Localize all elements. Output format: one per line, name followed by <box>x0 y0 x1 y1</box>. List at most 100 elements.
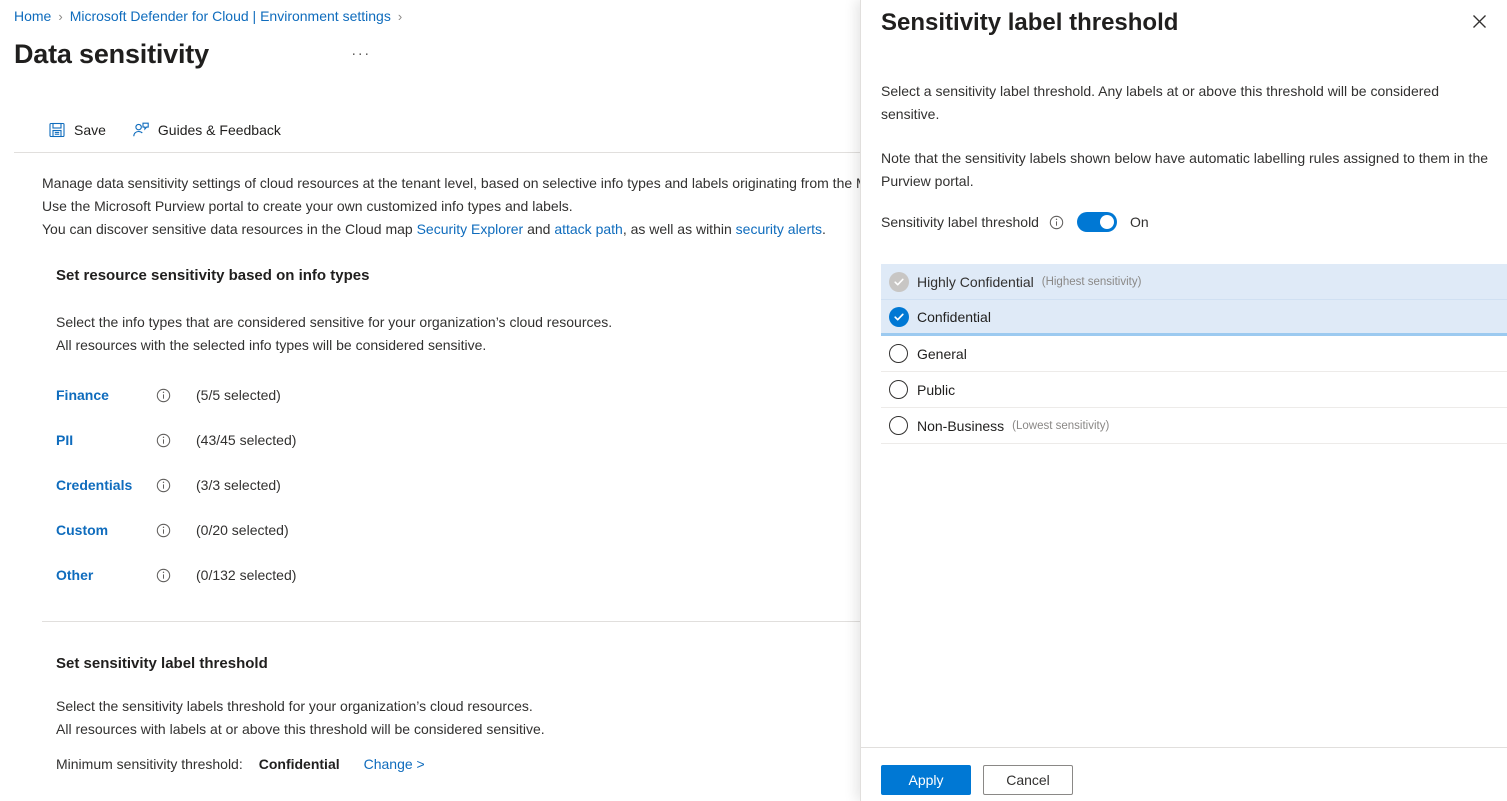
intro-line-3-mid: and <box>523 221 554 237</box>
info-icon <box>156 388 171 403</box>
breadcrumb-item-environment-settings[interactable]: Microsoft Defender for Cloud | Environme… <box>70 8 391 24</box>
minimum-threshold-row: Minimum sensitivity threshold: Confident… <box>56 756 425 772</box>
panel-paragraph-1: Select a sensitivity label threshold. An… <box>881 80 1495 126</box>
option-sub-non-business: (Lowest sensitivity) <box>1012 420 1109 432</box>
save-button-label: Save <box>74 122 106 138</box>
main-page: Home › Microsoft Defender for Cloud | Envi… <box>0 0 880 801</box>
intro-line-1: Manage data sensitivity settings of clou… <box>42 172 880 195</box>
close-icon <box>1472 14 1487 34</box>
intro-line-3-end: . <box>822 221 826 237</box>
label-threshold-desc-1: Select the sensitivity labels threshold … <box>56 695 533 718</box>
minimum-threshold-value: Confidential <box>259 756 340 772</box>
security-alerts-link[interactable]: security alerts <box>736 221 822 237</box>
radio-empty-icon <box>889 380 908 399</box>
info-icon <box>156 478 171 493</box>
section-heading-info-types: Set resource sensitivity based on info t… <box>56 267 369 284</box>
breadcrumb-separator-icon: › <box>58 9 62 24</box>
info-type-link-pii[interactable]: PII <box>56 432 156 448</box>
info-type-row-custom: Custom (0/20 selected) <box>56 518 289 542</box>
option-mark-public <box>883 380 917 399</box>
intro-line-3: You can discover sensitive data resource… <box>42 218 826 241</box>
change-threshold-link[interactable]: Change > <box>364 756 425 772</box>
option-sub-highly-confidential: (Highest sensitivity) <box>1042 276 1142 288</box>
save-icon <box>48 121 66 139</box>
info-type-link-finance[interactable]: Finance <box>56 387 156 403</box>
section-divider <box>42 621 880 622</box>
info-type-info-finance[interactable] <box>156 388 196 403</box>
panel-title: Sensitivity label threshold <box>881 6 1178 40</box>
info-types-desc-1: Select the info types that are considere… <box>56 311 612 334</box>
info-type-info-custom[interactable] <box>156 523 196 538</box>
label-threshold-desc-2: All resources with labels at or above th… <box>56 718 545 741</box>
panel-paragraph-2: Note that the sensitivity labels shown b… <box>881 147 1507 193</box>
option-row-non-business[interactable]: Non-Business (Lowest sensitivity) <box>881 408 1507 444</box>
toggle-knob <box>1100 215 1114 229</box>
info-type-count-credentials: (3/3 selected) <box>196 477 281 493</box>
info-icon <box>156 523 171 538</box>
sensitivity-threshold-toggle-row: Sensitivity label threshold On <box>881 212 1149 232</box>
section-heading-label-threshold: Set sensitivity label threshold <box>56 655 268 672</box>
info-type-count-custom: (0/20 selected) <box>196 522 289 538</box>
page-title: Data sensitivity <box>14 36 209 72</box>
apply-button[interactable]: Apply <box>881 765 971 795</box>
panel-close-button[interactable] <box>1463 8 1495 40</box>
option-label-non-business: Non-Business <box>917 418 1004 434</box>
intro-line-2: Use the Microsoft Purview portal to crea… <box>42 195 573 218</box>
cancel-button[interactable]: Cancel <box>983 765 1073 795</box>
option-label-highly-confidential: Highly Confidential <box>917 274 1034 290</box>
option-label-public: Public <box>917 382 955 398</box>
more-options-button[interactable]: ··· <box>348 40 374 66</box>
info-type-info-other[interactable] <box>156 568 196 583</box>
attack-path-link[interactable]: attack path <box>554 221 623 237</box>
option-mark-non-business <box>883 416 917 435</box>
save-button[interactable]: Save <box>44 118 110 142</box>
option-row-confidential[interactable]: Confidential <box>881 300 1507 336</box>
breadcrumb-item-home[interactable]: Home <box>14 8 51 24</box>
option-row-public[interactable]: Public <box>881 372 1507 408</box>
minimum-threshold-label: Minimum sensitivity threshold: <box>56 756 243 772</box>
check-circle-disabled-icon <box>889 272 909 292</box>
toggle-state-label: On <box>1130 214 1149 230</box>
breadcrumb: Home › Microsoft Defender for Cloud | Envi… <box>14 6 409 27</box>
info-type-link-custom[interactable]: Custom <box>56 522 156 538</box>
radio-empty-icon <box>889 344 908 363</box>
info-type-row-pii: PII (43/45 selected) <box>56 428 296 452</box>
info-icon <box>1049 215 1064 230</box>
guides-feedback-label: Guides & Feedback <box>158 122 281 138</box>
option-mark-confidential <box>883 307 917 327</box>
option-label-general: General <box>917 346 967 362</box>
info-type-count-finance: (5/5 selected) <box>196 387 281 403</box>
info-type-info-pii[interactable] <box>156 433 196 448</box>
option-row-general[interactable]: General <box>881 336 1507 372</box>
check-circle-selected-icon <box>889 307 909 327</box>
info-type-link-other[interactable]: Other <box>56 567 156 583</box>
panel-footer-divider <box>861 747 1507 748</box>
info-type-info-credentials[interactable] <box>156 478 196 493</box>
panel-footer: Apply Cancel <box>881 765 1073 795</box>
info-icon <box>156 568 171 583</box>
info-type-row-finance: Finance (5/5 selected) <box>56 383 281 407</box>
info-icon <box>156 433 171 448</box>
info-type-row-other: Other (0/132 selected) <box>56 563 296 587</box>
toggle-info-button[interactable] <box>1049 215 1064 230</box>
info-type-row-credentials: Credentials (3/3 selected) <box>56 473 281 497</box>
option-mark-highly-confidential <box>883 272 917 292</box>
command-toolbar: Save Guides & Feedback <box>44 118 285 142</box>
guides-feedback-icon <box>132 121 150 139</box>
sensitivity-threshold-toggle[interactable] <box>1077 212 1117 232</box>
toolbar-divider <box>14 152 880 153</box>
sensitivity-label-threshold-panel: Sensitivity label threshold Select a sen… <box>860 0 1507 801</box>
guides-feedback-button[interactable]: Guides & Feedback <box>128 118 285 142</box>
security-explorer-link[interactable]: Security Explorer <box>417 221 524 237</box>
toggle-label: Sensitivity label threshold <box>881 214 1039 230</box>
info-type-count-other: (0/132 selected) <box>196 567 296 583</box>
info-type-count-pii: (43/45 selected) <box>196 432 296 448</box>
breadcrumb-separator-icon-2: › <box>398 9 402 24</box>
option-mark-general <box>883 344 917 363</box>
app-root: Home › Microsoft Defender for Cloud | Envi… <box>0 0 1507 801</box>
sensitivity-label-options-list: Highly Confidential (Highest sensitivity… <box>881 264 1507 444</box>
radio-empty-icon <box>889 416 908 435</box>
info-type-link-credentials[interactable]: Credentials <box>56 477 156 493</box>
intro-line-3-mid2: , as well as within <box>623 221 736 237</box>
intro-line-3-pre: You can discover sensitive data resource… <box>42 221 417 237</box>
